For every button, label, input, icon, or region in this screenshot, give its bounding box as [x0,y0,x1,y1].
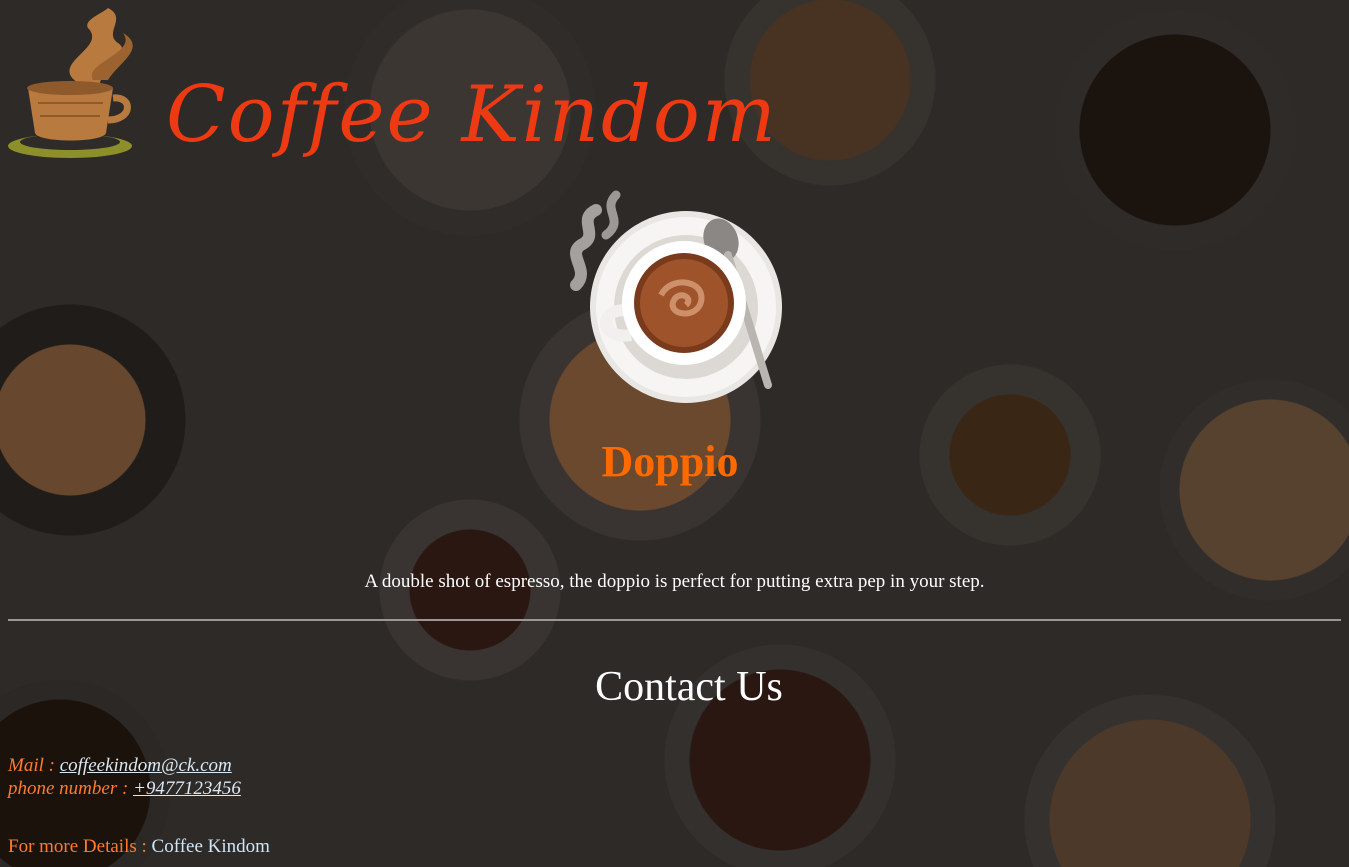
product-description: A double shot of espresso, the doppio is… [364,571,985,592]
details-link[interactable]: Coffee Kindom [152,836,270,857]
product-name: Doppio [601,437,739,486]
footer-details: For more Details : Coffee Kindom [8,836,270,858]
contact-title: Contact Us [595,664,783,710]
mail-link[interactable]: coffeekindom@ck.com [60,755,232,776]
phone-link[interactable]: +9477123456 [133,778,241,799]
phone-label: phone number : [8,778,134,799]
coffee-cup-logo-icon [8,8,133,158]
contact-info: Mail : coffeekindom@ck.com phone number … [8,754,241,800]
phone-row: phone number : +9477123456 [8,777,241,800]
mail-label: Mail : [8,755,60,776]
section-divider [8,619,1341,621]
details-label: For more Details : [8,836,152,857]
mail-row: Mail : coffeekindom@ck.com [8,754,241,777]
brand-title: Coffee Kindom [166,70,778,160]
espresso-cup-image [570,190,782,403]
